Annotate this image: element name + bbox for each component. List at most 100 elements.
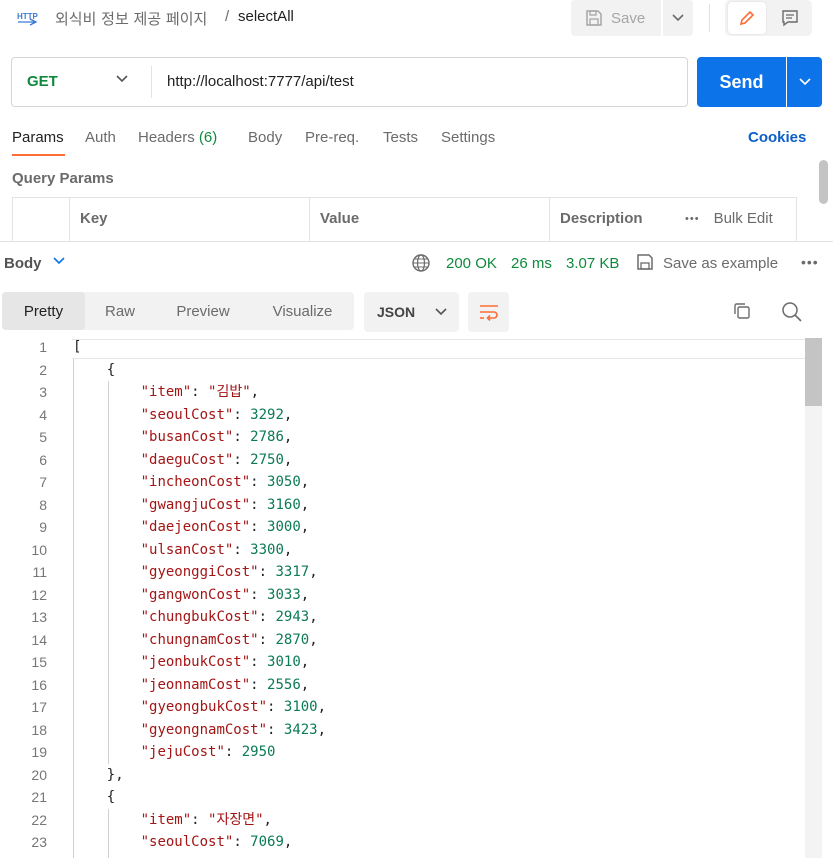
code-line: 13 "chungbukCost": 2943, [0,606,822,628]
json-value: 3300 [250,541,284,558]
wrap-lines-button[interactable] [468,292,509,332]
search-icon[interactable] [781,301,803,323]
url-input[interactable]: http://localhost:7777/api/test [167,73,354,90]
code-line: 5 "busanCost": 2786, [0,426,822,448]
line-number: 1 [39,339,47,355]
json-value: 3292 [250,406,284,423]
query-params-title: Query Params [12,170,114,187]
tab-visualize[interactable]: Visualize [251,292,354,330]
json-key: "item" [140,384,192,400]
code-text: "item": "김밥", [140,384,260,400]
status-code[interactable]: 200 OK [446,255,497,272]
line-number: 21 [31,789,47,805]
line-number: 11 [32,564,47,580]
edit-mode-button[interactable] [728,2,766,34]
chevron-down-icon[interactable] [53,257,65,265]
code-line: 23 "seoulCost": 7069, [0,831,822,853]
docs-mode-button[interactable] [771,2,809,34]
code-text: "busanCost": 2786, [140,429,293,445]
line-number: 16 [31,676,47,693]
save-dropdown-button[interactable] [663,0,693,36]
code-line: 16 "jeonnamCost": 2556, [0,674,822,696]
request-name[interactable]: selectAll [238,8,294,25]
response-time[interactable]: 26 ms [511,255,552,272]
code-line: 11 "gyeonggiCost": 3317, [0,561,822,583]
line-number: 18 [31,721,47,738]
code-text: "gyeongbukCost": 3100, [140,699,327,715]
line-number: 14 [31,631,47,648]
tab-body[interactable]: Body [248,129,282,146]
tab-pretty[interactable]: Pretty [2,292,85,330]
globe-icon[interactable] [411,253,431,273]
line-number: 6 [39,451,47,468]
line-number: 12 [31,586,47,603]
tab-raw[interactable]: Raw [85,292,155,330]
code-line: 17 "gyeongbukCost": 3100, [0,696,822,718]
tab-headers-label: Headers [138,129,195,146]
chevron-down-icon [672,14,684,22]
breadcrumb-collection[interactable]: 외식비 정보 제공 페이지 [55,8,207,29]
save-icon [637,254,653,270]
editor-scrollbar-track[interactable] [805,338,822,858]
code-text: "chungbukCost": 2943, [140,609,318,625]
chevron-down-icon [435,308,447,316]
request-scrollbar[interactable] [819,160,828,204]
bulk-edit-button[interactable]: Bulk Edit [714,210,773,227]
response-body-select[interactable]: Body [4,255,42,272]
line-number: 15 [31,654,47,670]
response-body-editor[interactable]: 1[2{3 "item": "김밥", 4 "seoulCost": 3292, 5 "b… [0,338,822,858]
response-size[interactable]: 3.07 KB [566,255,619,272]
format-label: JSON [377,304,416,320]
line-number: 4 [39,406,47,423]
tab-headers[interactable]: Headers (6) [138,129,217,146]
copy-icon[interactable] [732,301,752,321]
format-select[interactable]: JSON [364,292,459,332]
code-text: "seoulCost": 3292, [140,406,293,423]
http-icon: HTTP [16,8,40,28]
json-key: "seoulCost" [140,406,234,423]
code-text: [ [73,339,82,355]
code-text: "item": "자장면", [140,811,272,828]
chevron-down-icon[interactable] [116,75,128,83]
active-tab-indicator [12,154,65,156]
line-number: 8 [39,496,47,513]
tab-params[interactable]: Params [12,129,64,146]
more-options-icon[interactable]: ••• [801,254,819,270]
cookies-link[interactable]: Cookies [748,129,806,146]
code-line: 22 "item": "자장면", [0,809,822,831]
line-number: 17 [31,699,47,715]
code-line: 19 "jejuCost": 2950 [0,741,822,763]
tab-preview[interactable]: Preview [155,292,251,330]
tab-tests[interactable]: Tests [383,129,418,146]
line-number: 19 [31,744,47,760]
tab-settings[interactable]: Settings [441,129,495,146]
code-line: 10 "ulsanCost": 3300, [0,539,822,561]
headers-count: (6) [198,129,218,146]
send-button[interactable]: Send [697,57,786,107]
tab-prereq[interactable]: Pre-req. [305,129,359,146]
line-number: 2 [39,361,47,378]
method-select[interactable]: GET [27,73,58,90]
code-text: "jeonnamCost": 2556, [140,676,310,693]
code-text: { [106,789,116,805]
json-value: 3010 [267,654,301,670]
code-line: 1[ [0,338,822,358]
wrap-lines-icon [479,305,498,321]
code-line: 14 "chungnamCost": 2870, [0,629,822,651]
save-as-example-button[interactable]: Save as example [663,255,778,272]
editor-scrollbar-thumb[interactable] [805,338,822,406]
json-value: 2950 [241,744,276,760]
view-mode-tabs: Pretty Raw Preview Visualize [2,292,354,330]
tab-auth[interactable]: Auth [85,129,116,146]
code-text: "gangwonCost": 3033, [140,586,310,603]
json-key: "chungbukCost" [140,609,259,625]
column-key: Key [69,198,309,242]
send-dropdown-button[interactable] [787,57,822,107]
column-value: Value [309,198,549,242]
json-value: 2750 [250,451,284,468]
more-options-icon[interactable]: ••• [685,213,700,225]
save-button[interactable]: Save [571,0,661,36]
code-line: 21 { [0,786,822,808]
code-text: }, [106,766,124,783]
code-line: 8 "gwangjuCost": 3160, [0,494,822,516]
